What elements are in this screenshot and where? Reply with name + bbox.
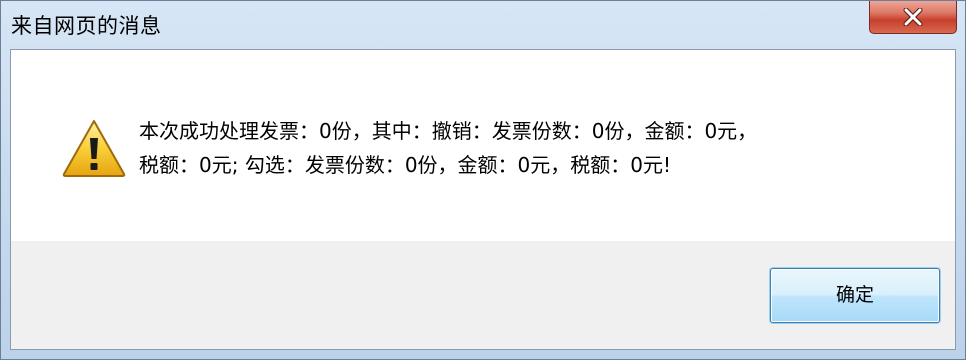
dialog-body: 本次成功处理发票：0份，其中：撤销：发票份数：0份，金额：0元， 税额：0元; …: [10, 49, 956, 350]
message-area: 本次成功处理发票：0份，其中：撤销：发票份数：0份，金额：0元， 税额：0元; …: [11, 50, 955, 241]
message-line-2: 税额：0元; 勾选：发票份数：0份，金额：0元，税额：0元!: [139, 153, 672, 177]
close-button[interactable]: [869, 1, 957, 34]
title-bar[interactable]: 来自网页的消息: [1, 1, 965, 49]
window-title: 来自网页的消息: [11, 14, 162, 38]
message-line-1: 本次成功处理发票：0份，其中：撤销：发票份数：0份，金额：0元，: [139, 119, 758, 143]
close-icon: [903, 8, 923, 26]
message-text: 本次成功处理发票：0份，其中：撤销：发票份数：0份，金额：0元， 税额：0元; …: [139, 114, 939, 182]
ok-button[interactable]: 确定: [770, 268, 940, 323]
dialog-window: 来自网页的消息 本次成功处理发票：0份，其中：撤销：发票份数：0份，金额：0元，…: [0, 0, 966, 360]
warning-icon: [62, 120, 126, 177]
